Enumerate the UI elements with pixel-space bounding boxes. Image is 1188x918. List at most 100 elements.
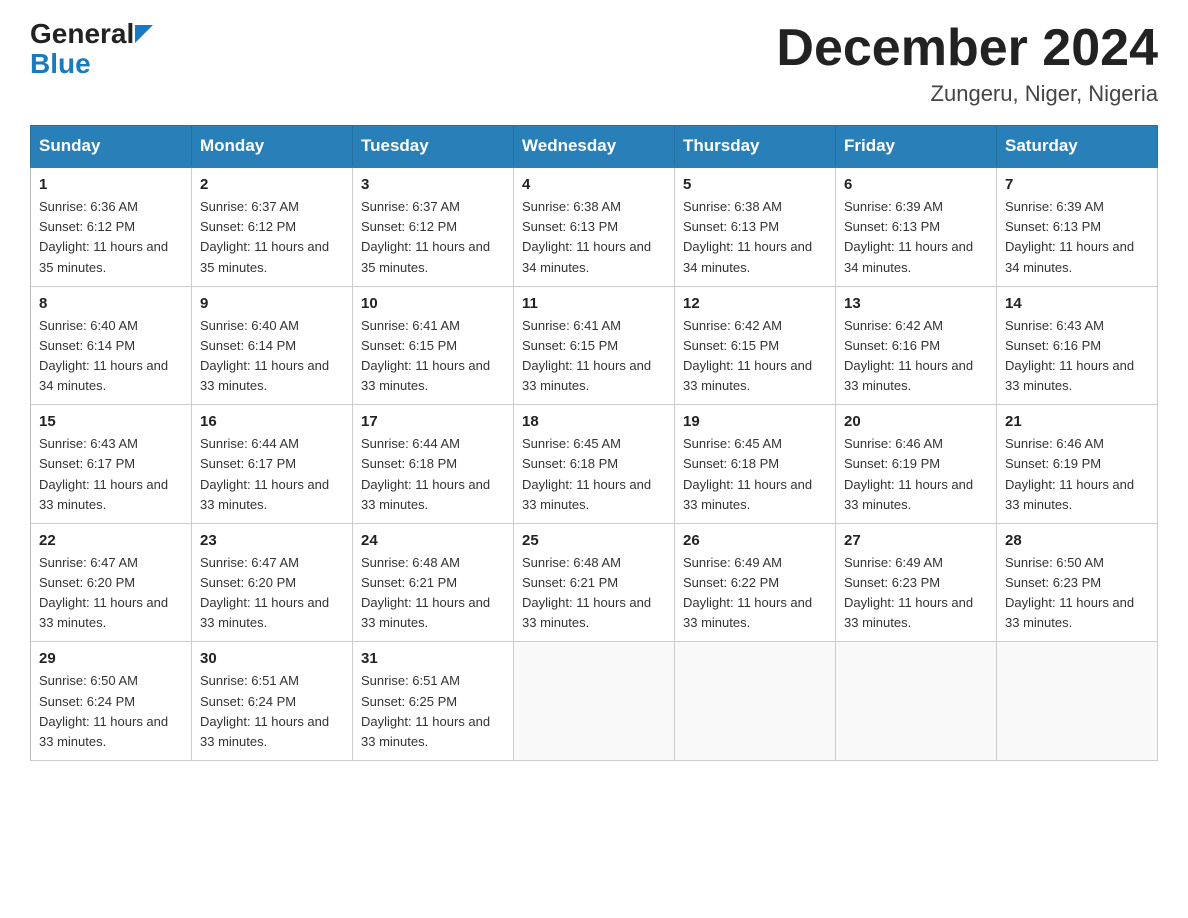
day-info: Sunrise: 6:37 AMSunset: 6:12 PMDaylight:…: [361, 197, 505, 278]
day-info: Sunrise: 6:41 AMSunset: 6:15 PMDaylight:…: [522, 316, 666, 397]
calendar-cell: 20Sunrise: 6:46 AMSunset: 6:19 PMDayligh…: [836, 405, 997, 524]
day-info: Sunrise: 6:51 AMSunset: 6:25 PMDaylight:…: [361, 671, 505, 752]
calendar-cell: 15Sunrise: 6:43 AMSunset: 6:17 PMDayligh…: [31, 405, 192, 524]
day-number: 18: [522, 413, 666, 430]
day-number: 3: [361, 176, 505, 193]
day-info: Sunrise: 6:40 AMSunset: 6:14 PMDaylight:…: [200, 316, 344, 397]
day-info: Sunrise: 6:48 AMSunset: 6:21 PMDaylight:…: [361, 553, 505, 634]
day-number: 7: [1005, 176, 1149, 193]
calendar-cell: 17 Sunrise: 6:44 AMSunset: 6:18 PMDayligh…: [353, 405, 514, 524]
day-info: Sunrise: 6:36 AMSunset: 6:12 PMDaylight:…: [39, 197, 183, 278]
logo-blue-text: Blue: [30, 48, 91, 80]
calendar-week-row: 1 Sunrise: 6:36 AMSunset: 6:12 PMDaylight…: [31, 167, 1158, 286]
day-number: 23: [200, 532, 344, 549]
day-info: Sunrise: 6:39 AMSunset: 6:13 PMDaylight:…: [1005, 197, 1149, 278]
header-day-friday: Friday: [836, 126, 997, 168]
day-number: 5: [683, 176, 827, 193]
title-area: December 2024 Zungeru, Niger, Nigeria: [776, 20, 1158, 107]
calendar-cell: [675, 642, 836, 761]
day-number: 9: [200, 295, 344, 312]
calendar-cell: 14Sunrise: 6:43 AMSunset: 6:16 PMDayligh…: [997, 286, 1158, 405]
calendar-cell: 25Sunrise: 6:48 AMSunset: 6:21 PMDayligh…: [514, 523, 675, 642]
day-number: 10: [361, 295, 505, 312]
calendar-cell: 28 Sunrise: 6:50 AMSunset: 6:23 PMDayligh…: [997, 523, 1158, 642]
day-info: Sunrise: 6:46 AMSunset: 6:19 PMDaylight:…: [844, 434, 988, 515]
day-info: Sunrise: 6:38 AMSunset: 6:13 PMDaylight:…: [522, 197, 666, 278]
day-number: 11: [522, 295, 666, 312]
day-number: 8: [39, 295, 183, 312]
day-info: Sunrise: 6:43 AMSunset: 6:16 PMDaylight:…: [1005, 316, 1149, 397]
header-day-sunday: Sunday: [31, 126, 192, 168]
calendar-cell: 29 Sunrise: 6:50 AMSunset: 6:24 PMDayligh…: [31, 642, 192, 761]
day-number: 6: [844, 176, 988, 193]
calendar-cell: 19Sunrise: 6:45 AMSunset: 6:18 PMDayligh…: [675, 405, 836, 524]
day-info: Sunrise: 6:41 AMSunset: 6:15 PMDaylight:…: [361, 316, 505, 397]
day-info: Sunrise: 6:45 AMSunset: 6:18 PMDaylight:…: [522, 434, 666, 515]
calendar-cell: 23Sunrise: 6:47 AMSunset: 6:20 PMDayligh…: [192, 523, 353, 642]
day-info: Sunrise: 6:48 AMSunset: 6:21 PMDaylight:…: [522, 553, 666, 634]
day-info: Sunrise: 6:49 AMSunset: 6:22 PMDaylight:…: [683, 553, 827, 634]
calendar-week-row: 29 Sunrise: 6:50 AMSunset: 6:24 PMDayligh…: [31, 642, 1158, 761]
calendar-cell: 9 Sunrise: 6:40 AMSunset: 6:14 PMDaylight…: [192, 286, 353, 405]
day-number: 1: [39, 176, 183, 193]
calendar-cell: [836, 642, 997, 761]
calendar-cell: 10 Sunrise: 6:41 AMSunset: 6:15 PMDayligh…: [353, 286, 514, 405]
day-info: Sunrise: 6:49 AMSunset: 6:23 PMDaylight:…: [844, 553, 988, 634]
day-number: 21: [1005, 413, 1149, 430]
calendar-cell: 7 Sunrise: 6:39 AMSunset: 6:13 PMDaylight…: [997, 167, 1158, 286]
day-number: 17: [361, 413, 505, 430]
calendar-week-row: 22Sunrise: 6:47 AMSunset: 6:20 PMDayligh…: [31, 523, 1158, 642]
calendar-cell: [514, 642, 675, 761]
calendar-cell: 2 Sunrise: 6:37 AMSunset: 6:12 PMDaylight…: [192, 167, 353, 286]
calendar-cell: 30Sunrise: 6:51 AMSunset: 6:24 PMDayligh…: [192, 642, 353, 761]
day-info: Sunrise: 6:45 AMSunset: 6:18 PMDaylight:…: [683, 434, 827, 515]
month-title: December 2024: [776, 20, 1158, 77]
calendar-week-row: 8 Sunrise: 6:40 AMSunset: 6:14 PMDaylight…: [31, 286, 1158, 405]
day-number: 29: [39, 650, 183, 667]
calendar-table: SundayMondayTuesdayWednesdayThursdayFrid…: [30, 125, 1158, 761]
calendar-cell: 18 Sunrise: 6:45 AMSunset: 6:18 PMDayligh…: [514, 405, 675, 524]
calendar-cell: 11 Sunrise: 6:41 AMSunset: 6:15 PMDayligh…: [514, 286, 675, 405]
calendar-cell: 24Sunrise: 6:48 AMSunset: 6:21 PMDayligh…: [353, 523, 514, 642]
day-number: 16: [200, 413, 344, 430]
day-info: Sunrise: 6:40 AMSunset: 6:14 PMDaylight:…: [39, 316, 183, 397]
day-info: Sunrise: 6:47 AMSunset: 6:20 PMDaylight:…: [39, 553, 183, 634]
page-header: General Blue December 2024 Zungeru, Nige…: [30, 20, 1158, 107]
day-number: 12: [683, 295, 827, 312]
calendar-cell: [997, 642, 1158, 761]
day-info: Sunrise: 6:43 AMSunset: 6:17 PMDaylight:…: [39, 434, 183, 515]
day-info: Sunrise: 6:39 AMSunset: 6:13 PMDaylight:…: [844, 197, 988, 278]
day-number: 2: [200, 176, 344, 193]
calendar-cell: 12Sunrise: 6:42 AMSunset: 6:15 PMDayligh…: [675, 286, 836, 405]
logo-general-text: General: [30, 20, 134, 48]
day-info: Sunrise: 6:46 AMSunset: 6:19 PMDaylight:…: [1005, 434, 1149, 515]
day-number: 26: [683, 532, 827, 549]
day-info: Sunrise: 6:50 AMSunset: 6:24 PMDaylight:…: [39, 671, 183, 752]
day-number: 4: [522, 176, 666, 193]
day-info: Sunrise: 6:50 AMSunset: 6:23 PMDaylight:…: [1005, 553, 1149, 634]
day-number: 13: [844, 295, 988, 312]
calendar-cell: 6 Sunrise: 6:39 AMSunset: 6:13 PMDaylight…: [836, 167, 997, 286]
day-number: 27: [844, 532, 988, 549]
day-number: 28: [1005, 532, 1149, 549]
day-info: Sunrise: 6:51 AMSunset: 6:24 PMDaylight:…: [200, 671, 344, 752]
calendar-header-row: SundayMondayTuesdayWednesdayThursdayFrid…: [31, 126, 1158, 168]
day-number: 31: [361, 650, 505, 667]
header-day-monday: Monday: [192, 126, 353, 168]
day-info: Sunrise: 6:44 AMSunset: 6:18 PMDaylight:…: [361, 434, 505, 515]
header-day-tuesday: Tuesday: [353, 126, 514, 168]
calendar-cell: 27 Sunrise: 6:49 AMSunset: 6:23 PMDayligh…: [836, 523, 997, 642]
day-info: Sunrise: 6:37 AMSunset: 6:12 PMDaylight:…: [200, 197, 344, 278]
calendar-cell: 31 Sunrise: 6:51 AMSunset: 6:25 PMDayligh…: [353, 642, 514, 761]
logo-arrow-icon: [135, 25, 153, 43]
day-info: Sunrise: 6:38 AMSunset: 6:13 PMDaylight:…: [683, 197, 827, 278]
calendar-cell: 22Sunrise: 6:47 AMSunset: 6:20 PMDayligh…: [31, 523, 192, 642]
calendar-cell: 4 Sunrise: 6:38 AMSunset: 6:13 PMDaylight…: [514, 167, 675, 286]
header-day-wednesday: Wednesday: [514, 126, 675, 168]
calendar-cell: 1 Sunrise: 6:36 AMSunset: 6:12 PMDaylight…: [31, 167, 192, 286]
location-title: Zungeru, Niger, Nigeria: [776, 81, 1158, 107]
calendar-cell: 13Sunrise: 6:42 AMSunset: 6:16 PMDayligh…: [836, 286, 997, 405]
calendar-cell: 21 Sunrise: 6:46 AMSunset: 6:19 PMDayligh…: [997, 405, 1158, 524]
day-info: Sunrise: 6:44 AMSunset: 6:17 PMDaylight:…: [200, 434, 344, 515]
logo-text: General: [30, 20, 153, 48]
